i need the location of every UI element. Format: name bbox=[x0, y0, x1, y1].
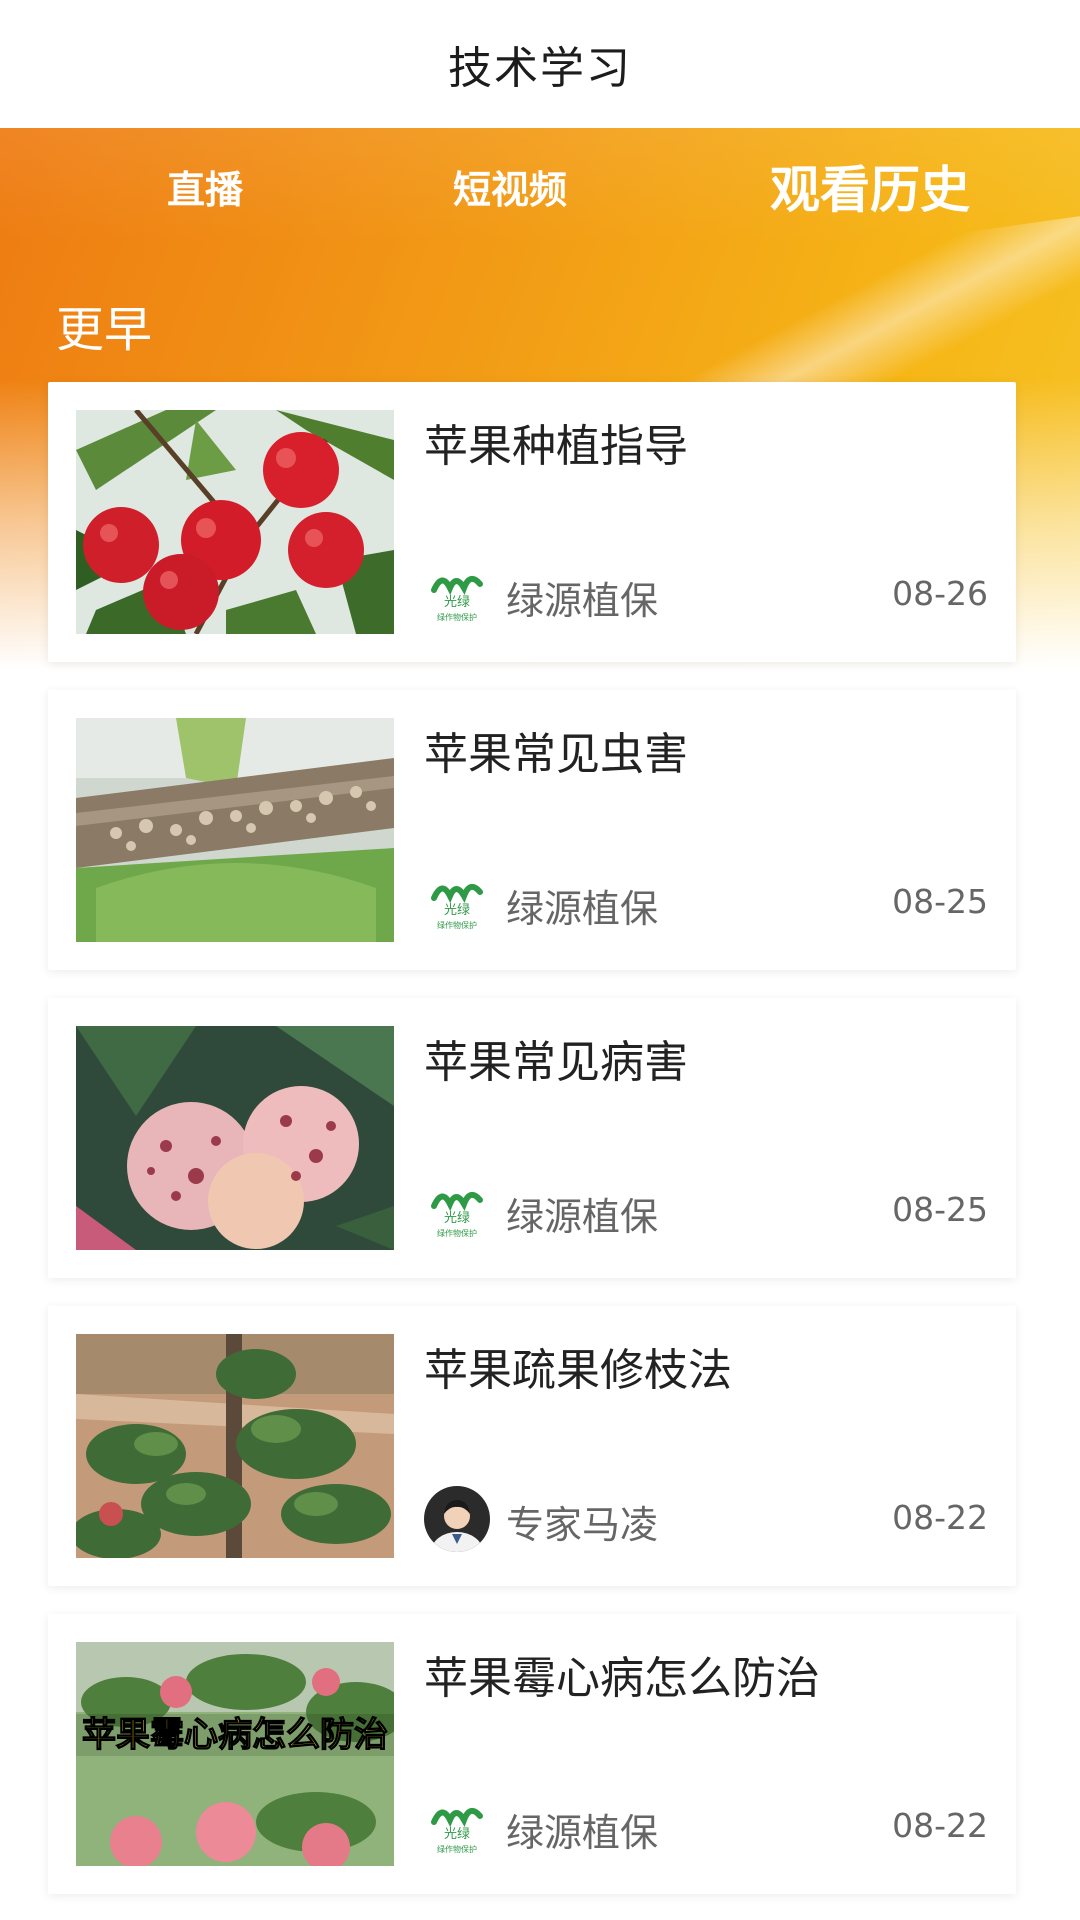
video-title: 苹果霉心病怎么防治 bbox=[424, 1653, 820, 1704]
svg-text:光绿: 光绿 bbox=[444, 595, 470, 610]
video-title: 苹果常见虫害 bbox=[424, 729, 688, 780]
author-name: 绿源植保 bbox=[506, 1195, 659, 1239]
video-date: 08-26 bbox=[892, 574, 988, 613]
expert-avatar-icon bbox=[424, 1486, 490, 1552]
video-card[interactable]: 苹果常见病害 光绿 绿作物保护 绿源植保 08-25 bbox=[48, 998, 1016, 1278]
video-thumbnail[interactable]: 苹果霉心病怎么防治 bbox=[76, 1642, 394, 1866]
video-thumbnail[interactable] bbox=[76, 1334, 394, 1558]
author-name: 绿源植保 bbox=[506, 579, 659, 623]
section-header: 更早 bbox=[56, 302, 153, 358]
video-thumbnail[interactable] bbox=[76, 1026, 394, 1250]
video-title: 苹果疏果修枝法 bbox=[424, 1345, 732, 1396]
video-date: 08-25 bbox=[892, 1190, 988, 1229]
tab-bar: 直播 短视频 观看历史 bbox=[0, 128, 1080, 244]
video-date: 08-25 bbox=[892, 882, 988, 921]
video-card[interactable]: 苹果霉心病怎么防治 苹果霉心病怎么防治 光绿 绿作物保护 绿源植保 08-22 bbox=[48, 1614, 1016, 1894]
video-card[interactable]: 苹果疏果修枝法 专家马凌 08-22 bbox=[48, 1306, 1016, 1586]
video-card[interactable]: 苹果种植指导 光绿 绿作物保护 绿源植保 08-26 bbox=[48, 382, 1016, 662]
svg-text:绿作物保护: 绿作物保护 bbox=[437, 1844, 477, 1854]
svg-text:苹果霉心病怎么防治: 苹果霉心病怎么防治 bbox=[82, 1715, 388, 1755]
video-date: 08-22 bbox=[892, 1806, 988, 1845]
author-name: 绿源植保 bbox=[506, 887, 659, 931]
svg-text:绿作物保护: 绿作物保护 bbox=[437, 920, 477, 930]
tab-live[interactable]: 直播 bbox=[130, 128, 280, 244]
tab-watch-history[interactable]: 观看历史 bbox=[760, 128, 980, 244]
svg-text:光绿: 光绿 bbox=[444, 903, 470, 918]
video-title: 苹果种植指导 bbox=[424, 421, 688, 472]
svg-text:绿作物保护: 绿作物保护 bbox=[437, 1228, 477, 1238]
video-card[interactable]: 苹果常见虫害 光绿 绿作物保护 绿源植保 08-25 bbox=[48, 690, 1016, 970]
svg-text:绿作物保护: 绿作物保护 bbox=[437, 612, 477, 622]
lvyuan-logo-icon: 光绿 绿作物保护 bbox=[424, 870, 490, 936]
svg-text:光绿: 光绿 bbox=[444, 1211, 470, 1226]
video-thumbnail[interactable] bbox=[76, 718, 394, 942]
app-screen: 技术学习 直播 短视频 观看历史 更早 苹果种植指导 光绿 绿作物保护 绿源植保… bbox=[0, 0, 1080, 1920]
video-date: 08-22 bbox=[892, 1498, 988, 1537]
page-title: 技术学习 bbox=[448, 43, 632, 94]
top-bar: 技术学习 bbox=[0, 0, 1080, 128]
video-thumbnail[interactable] bbox=[76, 410, 394, 634]
video-title: 苹果常见病害 bbox=[424, 1037, 688, 1088]
tab-short-video[interactable]: 短视频 bbox=[430, 128, 590, 244]
lvyuan-logo-icon: 光绿 绿作物保护 bbox=[424, 1178, 490, 1244]
svg-text:光绿: 光绿 bbox=[444, 1827, 470, 1842]
author-name: 绿源植保 bbox=[506, 1811, 659, 1855]
lvyuan-logo-icon: 光绿 绿作物保护 bbox=[424, 1794, 490, 1860]
lvyuan-logo-icon: 光绿 绿作物保护 bbox=[424, 562, 490, 628]
author-name: 专家马凌 bbox=[506, 1503, 659, 1547]
